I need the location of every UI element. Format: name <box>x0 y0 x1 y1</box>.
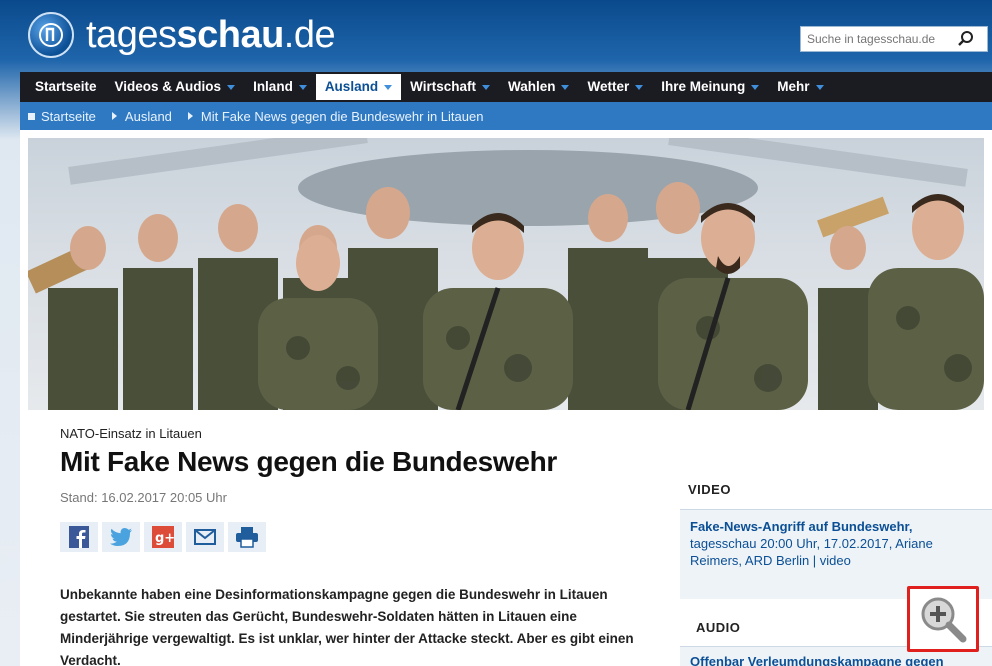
video-title: Fake-News-Angriff auf Bundeswehr, <box>690 519 913 534</box>
zoom-in-icon <box>921 597 967 643</box>
chevron-down-icon <box>751 84 760 90</box>
site-name: tagesschau.de <box>86 13 336 56</box>
nav-item-ausland[interactable]: Ausland <box>315 74 402 100</box>
twitter-icon[interactable] <box>102 522 140 552</box>
nav-item-videos-audios[interactable]: Videos & Audios <box>106 74 245 100</box>
chevron-down-icon <box>384 84 393 90</box>
main-nav: Startseite Videos & Audios Inland Auslan… <box>20 72 992 102</box>
print-icon[interactable] <box>228 522 266 552</box>
article-kicker: NATO-Einsatz in Litauen <box>60 426 202 441</box>
article-content: NATO-Einsatz in Litauen Mit Fake News ge… <box>20 130 992 666</box>
square-bullet-icon <box>28 112 35 120</box>
article-title: Mit Fake News gegen die Bundeswehr <box>60 446 558 477</box>
breadcrumb-ausland[interactable]: Ausland <box>111 109 172 124</box>
chevron-down-icon <box>561 84 570 90</box>
nav-item-inland[interactable]: Inland <box>244 74 316 100</box>
arrow-right-icon <box>111 112 117 120</box>
video-heading: VIDEO <box>688 482 731 497</box>
mail-icon[interactable] <box>186 522 224 552</box>
search-box <box>800 26 988 52</box>
nav-item-wirtschaft[interactable]: Wirtschaft <box>401 74 499 100</box>
site-logo[interactable]: tagesschau.de <box>28 12 336 58</box>
nav-item-wahlen[interactable]: Wahlen <box>499 74 579 100</box>
facebook-icon[interactable] <box>60 522 98 552</box>
tagesschau-globe-icon <box>28 12 74 58</box>
chevron-down-icon <box>815 84 824 90</box>
google-plus-icon[interactable]: g+ <box>144 522 182 552</box>
chevron-down-icon <box>635 84 644 90</box>
zoom-in-button[interactable] <box>907 586 979 652</box>
nav-item-startseite[interactable]: Startseite <box>26 74 106 100</box>
nav-item-wetter[interactable]: Wetter <box>578 74 652 100</box>
nav-item-mehr[interactable]: Mehr <box>768 74 832 100</box>
share-bar: g+ <box>60 522 270 552</box>
article-lead: Unbekannte haben eine Desinformationskam… <box>60 587 634 666</box>
audio-heading: AUDIO <box>696 620 741 635</box>
breadcrumb: Startseite Ausland Mit Fake News gegen d… <box>20 102 992 130</box>
site-header: tagesschau.de <box>0 0 992 72</box>
video-meta: tagesschau 20:00 Uhr, 17.02.2017, Ariane… <box>690 536 933 568</box>
article-timestamp: Stand: 16.02.2017 20:05 Uhr <box>60 490 227 505</box>
search-input[interactable] <box>801 28 951 50</box>
nav-item-ihre-meinung[interactable]: Ihre Meinung <box>652 74 768 100</box>
arrow-right-icon <box>187 112 193 120</box>
breadcrumb-current[interactable]: Mit Fake News gegen die Bundeswehr in Li… <box>187 109 483 124</box>
audio-title: Offenbar Verleumdungskampagne gegen <box>690 654 944 666</box>
breadcrumb-startseite[interactable]: Startseite <box>28 109 96 124</box>
search-icon[interactable] <box>951 27 981 51</box>
svg-text:g+: g+ <box>155 531 174 546</box>
chevron-down-icon <box>298 84 307 90</box>
chevron-down-icon <box>481 84 490 90</box>
chevron-down-icon <box>227 84 236 90</box>
hero-image-soldiers[interactable] <box>28 138 984 410</box>
sidebar-video: VIDEO Fake-News-Angriff auf Bundeswehr, … <box>680 482 992 599</box>
